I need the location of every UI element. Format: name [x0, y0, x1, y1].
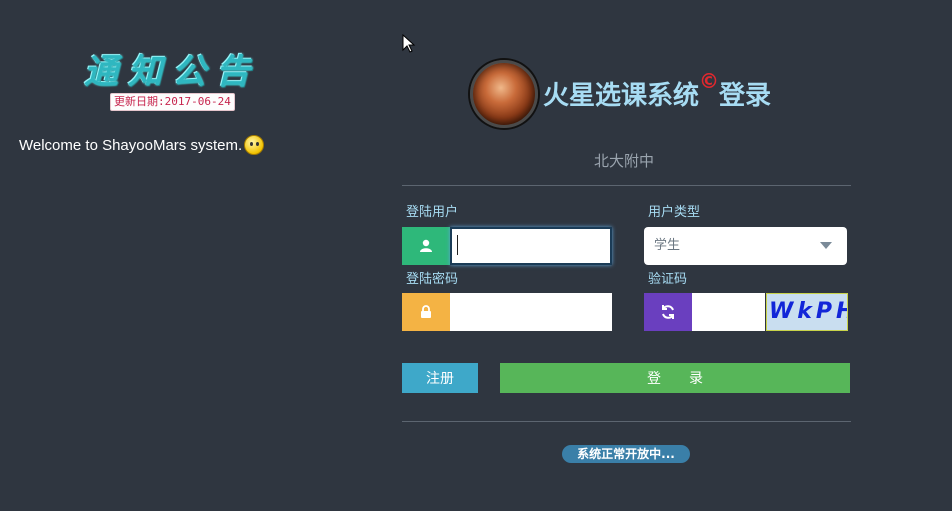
user-type-value: 学生 — [654, 238, 681, 253]
password-label: 登陆密码 — [406, 272, 459, 287]
divider-bottom — [402, 421, 851, 422]
mars-planet-icon — [470, 60, 538, 128]
copyright-mark: © — [699, 69, 720, 93]
mouse-cursor-icon — [402, 34, 416, 53]
notice-title: 通知公告 — [84, 52, 260, 92]
captcha-input[interactable] — [692, 293, 765, 331]
user-type-label: 用户类型 — [648, 205, 701, 220]
welcome-text: Welcome to ShayooMars system. — [19, 136, 243, 154]
user-type-select[interactable]: 学生 — [644, 227, 847, 265]
username-label: 登陆用户 — [406, 205, 459, 220]
update-date-badge: 更新日期:2017-06-24 — [110, 93, 235, 111]
captcha-label: 验证码 — [648, 272, 688, 287]
captcha-image[interactable]: WkPH — [766, 293, 848, 331]
register-button[interactable]: 注册 — [402, 363, 478, 393]
refresh-icon[interactable] — [644, 293, 692, 331]
school-name: 北大附中 — [594, 152, 655, 170]
status-badge: 系统正常开放中... — [562, 445, 690, 463]
username-input[interactable] — [450, 227, 612, 265]
smiley-icon — [244, 135, 265, 155]
divider-top — [402, 185, 851, 186]
chevron-down-icon — [820, 242, 832, 249]
text-caret — [457, 235, 458, 255]
password-input[interactable] — [450, 293, 612, 331]
lock-icon — [402, 293, 450, 331]
app-title-main: 火星选课系统 — [543, 81, 700, 111]
login-button[interactable]: 登 录 — [500, 363, 850, 393]
app-title-suffix: 登录 — [719, 81, 772, 111]
app-title: 火星选课系统©登录 — [543, 69, 772, 112]
welcome-message: Welcome to ShayooMars system. — [19, 135, 265, 155]
user-icon — [402, 227, 450, 265]
